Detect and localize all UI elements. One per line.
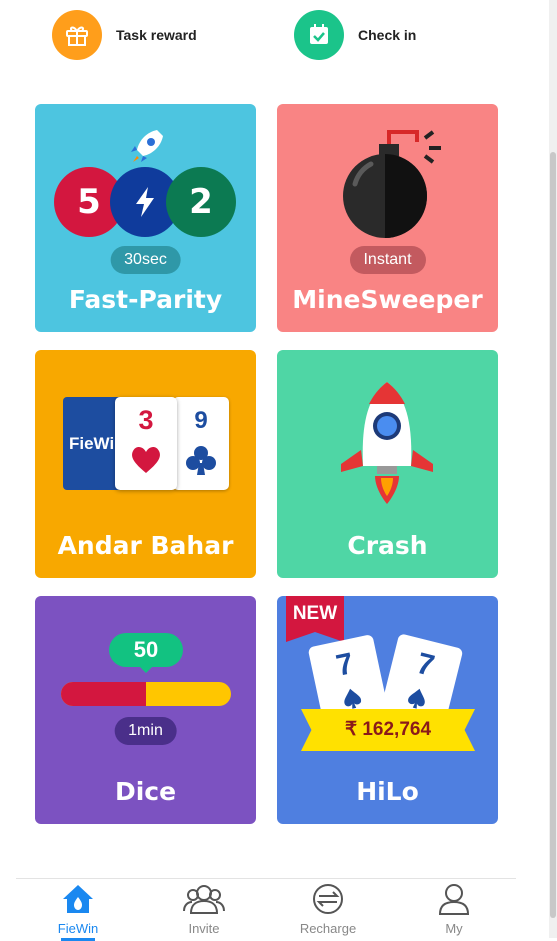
game-card-crash[interactable]: Crash (277, 350, 498, 578)
tab-label: FieWin (57, 921, 99, 936)
game-card-fast-parity[interactable]: 5 2 30sec Fast-Parity (35, 104, 256, 332)
game-card-andar-bahar[interactable]: FieWin 9 3 Andar Bahar (35, 350, 256, 578)
check-in-button[interactable]: Check in (294, 10, 416, 60)
new-label: NEW (292, 603, 338, 624)
number-ball: 2 (166, 167, 236, 237)
scrollbar-thumb[interactable] (550, 152, 556, 918)
jackpot-amount: ₹ 162,764 (344, 719, 432, 740)
task-reward-label: Task reward (116, 27, 197, 43)
playing-card: 9 (173, 397, 229, 490)
calendar-check-icon (294, 10, 344, 60)
game-card-dice[interactable]: 50 1min Dice (35, 596, 256, 824)
club-icon (186, 446, 216, 475)
check-in-label: Check in (358, 27, 417, 43)
tab-fiewin[interactable]: FieWin (28, 879, 128, 941)
bottom-tab-bar: FieWin Invite Recharge My (16, 878, 516, 941)
bomb-icon (343, 130, 441, 238)
time-badge: 1min (114, 717, 177, 745)
user-icon (438, 884, 470, 915)
playing-card: 3 (115, 397, 177, 490)
spade-icon (408, 688, 425, 709)
scrollbar[interactable] (549, 0, 557, 938)
tab-my[interactable]: My (404, 879, 504, 939)
game-title: Dice (114, 777, 177, 806)
new-ribbon: NEW (286, 596, 344, 642)
dice-range-fill (61, 682, 146, 706)
rocket-icon (131, 130, 163, 162)
gift-icon (52, 10, 102, 60)
time-badge: 30sec (110, 246, 181, 274)
home-icon (63, 885, 93, 913)
dice-range-bar (61, 682, 231, 706)
tab-invite[interactable]: Invite (154, 879, 254, 939)
game-card-hilo[interactable]: NEW 7 7 ₹ 162,764 HiLo (277, 596, 498, 824)
card-rank: 3 (138, 405, 154, 435)
time-badge: Instant (349, 246, 426, 274)
heart-icon (132, 446, 160, 473)
game-title: Andar Bahar (57, 531, 234, 560)
game-title: HiLo (356, 777, 419, 806)
tab-label: Invite (188, 921, 220, 936)
tab-recharge[interactable]: Recharge (278, 879, 378, 939)
card-rank: 7 (413, 646, 438, 683)
people-icon (183, 885, 225, 914)
card-rank: 9 (194, 407, 208, 434)
card-rank: 7 (333, 646, 357, 683)
tab-label: My (445, 921, 463, 936)
game-title: Fast-Parity (68, 285, 223, 314)
dice-value-bubble: 50 (109, 633, 183, 667)
task-reward-button[interactable]: Task reward (52, 10, 197, 60)
game-title: Crash (347, 531, 428, 560)
bubble-tail (138, 665, 154, 673)
exchange-icon (313, 884, 343, 914)
game-title: MineSweeper (292, 285, 483, 314)
tab-label: Recharge (299, 921, 357, 936)
spade-icon (344, 688, 362, 709)
rocket-icon (341, 382, 433, 504)
jackpot-banner: ₹ 162,764 (301, 709, 475, 751)
game-card-minesweeper[interactable]: Instant MineSweeper (277, 104, 498, 332)
